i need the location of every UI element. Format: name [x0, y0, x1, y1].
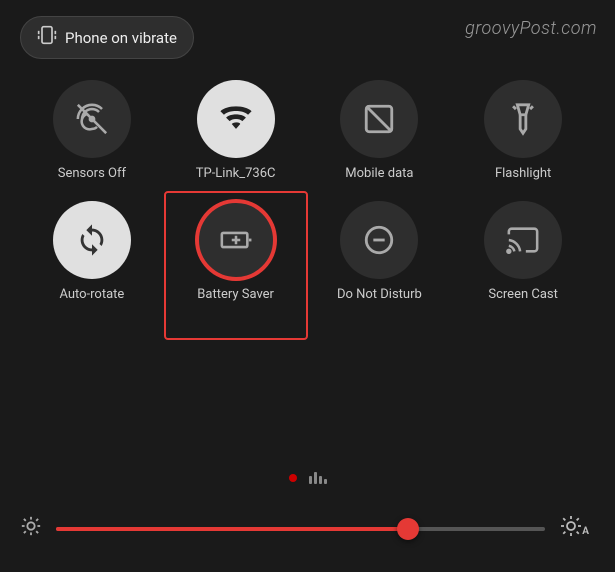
quick-tiles: Sensors Off TP-Link_736C Mobile data: [0, 80, 615, 312]
screen-cast-label: Screen Cast: [488, 287, 558, 302]
mobile-data-label: Mobile data: [345, 166, 413, 181]
sensors-off-label: Sensors Off: [58, 166, 126, 181]
tile-flashlight[interactable]: Flashlight: [463, 80, 583, 181]
tile-mobile-data[interactable]: Mobile data: [319, 80, 439, 181]
pagination: [0, 472, 615, 484]
tile-sensors-off[interactable]: Sensors Off: [32, 80, 152, 181]
brightness-max-icon: A: [559, 514, 595, 544]
tp-link-icon: [197, 80, 275, 158]
bar-4: [324, 479, 327, 484]
auto-rotate-label: Auto-rotate: [59, 287, 124, 302]
tile-screen-cast[interactable]: Screen Cast: [463, 201, 583, 302]
bar-1: [309, 476, 312, 484]
brightness-row: A: [20, 514, 595, 544]
bar-3: [319, 476, 322, 484]
battery-saver-icon: [197, 201, 275, 279]
screen-cast-icon: [484, 201, 562, 279]
tile-auto-rotate[interactable]: Auto-rotate: [32, 201, 152, 302]
brightness-slider-thumb[interactable]: [397, 518, 419, 540]
tile-tp-link[interactable]: TP-Link_736C: [176, 80, 296, 181]
vibrate-label: Phone on vibrate: [65, 29, 177, 47]
dnd-icon: [340, 201, 418, 279]
brightness-slider-track[interactable]: [56, 527, 545, 531]
pagination-bars: [309, 472, 327, 484]
vibrate-pill: Phone on vibrate: [20, 16, 194, 59]
tp-link-label: TP-Link_736C: [196, 166, 276, 181]
tile-battery-saver[interactable]: Battery Saver: [176, 201, 296, 302]
bar-2: [314, 472, 317, 484]
auto-rotate-icon: [53, 201, 131, 279]
brightness-min-icon: [20, 515, 42, 543]
tiles-row-1: Sensors Off TP-Link_736C Mobile data: [20, 80, 595, 181]
flashlight-icon: [484, 80, 562, 158]
battery-saver-label: Battery Saver: [197, 287, 274, 302]
mobile-data-icon: [340, 80, 418, 158]
tile-dnd[interactable]: Do Not Disturb: [319, 201, 439, 302]
brightness-slider-fill: [56, 527, 408, 531]
dnd-label: Do Not Disturb: [337, 287, 422, 302]
sensors-off-icon: [53, 80, 131, 158]
flashlight-label: Flashlight: [495, 166, 551, 181]
tiles-row-2: Auto-rotate Battery Saver: [20, 201, 595, 302]
watermark: groovyPost.com: [465, 18, 597, 39]
pagination-dot-active: [289, 474, 297, 482]
status-bar: Phone on vibrate: [20, 16, 194, 59]
vibrate-icon: [37, 25, 57, 50]
